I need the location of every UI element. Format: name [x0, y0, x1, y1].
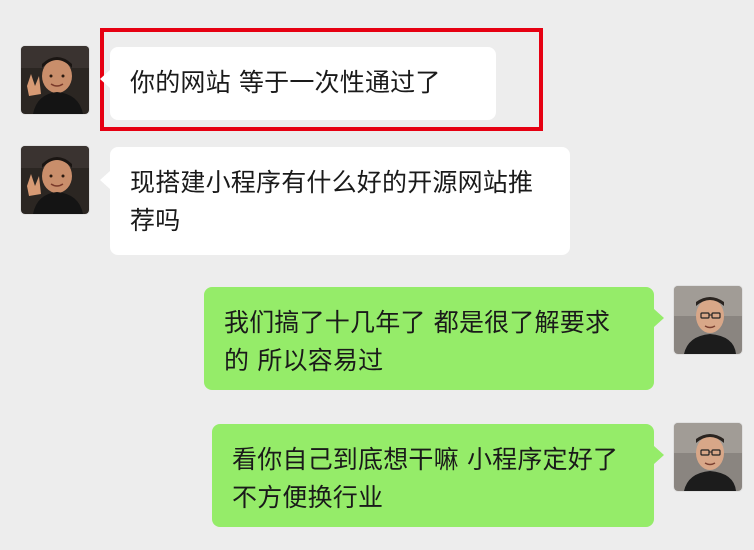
contact-avatar-image: [21, 46, 89, 114]
user-avatar-image: [674, 423, 742, 491]
user-avatar[interactable]: [674, 286, 742, 354]
user-avatar-image: [674, 286, 742, 354]
bubble-tail: [654, 309, 664, 327]
contact-avatar[interactable]: [21, 46, 89, 114]
message-text: 你的网站 等于一次性通过了: [130, 68, 441, 97]
message-text: 我们搞了十几年了 都是很了解要求的 所以容易过: [224, 308, 611, 375]
message-text: 现搭建小程序有什么好的开源网站推荐吗: [130, 168, 534, 235]
contact-avatar[interactable]: [21, 146, 89, 214]
contact-avatar-image: [21, 146, 89, 214]
message-bubble-sent[interactable]: 看你自己到底想干嘛 小程序定好了不方便换行业: [212, 424, 654, 527]
bubble-tail: [654, 446, 664, 464]
user-avatar[interactable]: [674, 423, 742, 491]
bubble-tail: [100, 171, 110, 189]
message-bubble-received[interactable]: 现搭建小程序有什么好的开源网站推荐吗: [110, 147, 570, 255]
message-text: 看你自己到底想干嘛 小程序定好了不方便换行业: [232, 445, 619, 512]
message-bubble-received[interactable]: 你的网站 等于一次性通过了: [110, 47, 496, 120]
message-bubble-sent[interactable]: 我们搞了十几年了 都是很了解要求的 所以容易过: [204, 287, 654, 390]
bubble-tail: [100, 70, 110, 88]
